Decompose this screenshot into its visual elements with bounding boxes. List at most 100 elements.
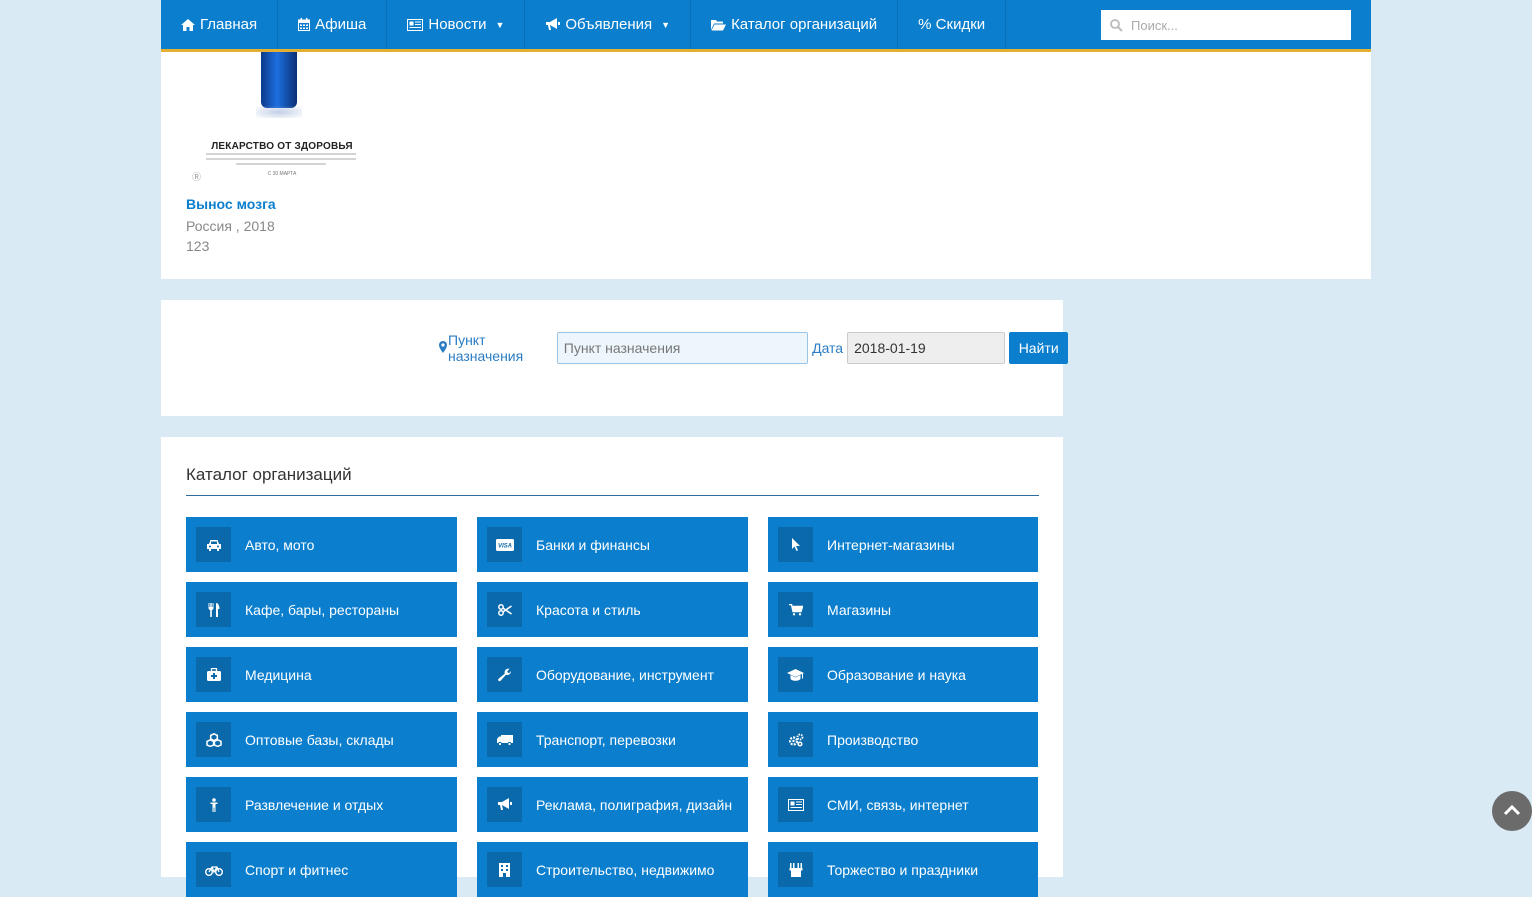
cutlery-icon — [196, 592, 231, 627]
movie-duration: 123 — [186, 238, 210, 254]
catalog-item-label: Оборудование, инструмент — [536, 666, 714, 683]
nav-label: Новости — [428, 16, 487, 33]
nav-label: Главная — [200, 16, 258, 33]
catalog-divider — [186, 495, 1039, 496]
catalog-item-label: Производство — [827, 731, 919, 748]
catalog-item-media[interactable]: СМИ, связь, интернет — [768, 777, 1038, 832]
nav-item-afisha[interactable]: Афиша — [278, 0, 388, 49]
catalog-item-construction[interactable]: Строительство, недвижимо — [477, 842, 748, 897]
top-navbar: Главная Афиша Новости ▼ Объявления ▼ Кат… — [161, 0, 1371, 52]
nav-label: Объявления — [565, 16, 653, 33]
shopping-cart-icon — [778, 592, 813, 627]
nav-label: Афиша — [315, 16, 367, 33]
catalog-item-advertising[interactable]: Реклама, полиграфия, дизайн — [477, 777, 748, 832]
map-marker-icon — [439, 340, 447, 356]
catalog-item-production[interactable]: Производство — [768, 712, 1038, 767]
movie-poster[interactable]: ЛЕКАРСТВО ОТ ЗДОРОВЬЯ С 30 МАРТА Ⓡ — [186, 40, 376, 185]
poster-title-text: ЛЕКАРСТВО ОТ ЗДОРОВЬЯ — [211, 141, 353, 152]
back-to-top-button[interactable] — [1492, 791, 1532, 831]
catalog-item-celebrations[interactable]: Торжество и праздники — [768, 842, 1038, 897]
destination-search-form: Пункт назначения Дата Найти — [439, 332, 1069, 364]
catalog-grid: Авто, мото VISA Банки и финансы Интернет… — [186, 517, 1039, 897]
catalog-item-label: Спорт и фитнес — [245, 861, 349, 878]
catalog-item-education[interactable]: Образование и наука — [768, 647, 1038, 702]
folder-open-icon — [711, 19, 727, 31]
catalog-item-label: Медицина — [245, 666, 312, 683]
nav-item-catalog[interactable]: Каталог организаций — [691, 0, 899, 49]
glass-icon — [778, 852, 813, 887]
find-button[interactable]: Найти — [1009, 332, 1069, 364]
credit-card-icon: VISA — [487, 527, 522, 562]
catalog-title: Каталог организаций — [186, 465, 352, 484]
nav-item-news[interactable]: Новости ▼ — [387, 0, 526, 49]
cursor-icon — [778, 527, 813, 562]
movie-title-link[interactable]: Вынос мозга — [186, 196, 276, 212]
poster-release-date: С 30 МАРТА — [267, 171, 297, 177]
site-search-box[interactable] — [1101, 10, 1351, 40]
catalog-item-label: Строительство, недвижимо — [536, 861, 715, 878]
destination-search-panel: Пункт назначения Дата Найти — [161, 300, 1069, 416]
destination-label: Пункт назначения — [439, 332, 553, 364]
home-icon — [181, 18, 195, 31]
catalog-item-banks[interactable]: VISA Банки и финансы — [477, 517, 748, 572]
catalog-item-label: Торжество и праздники — [827, 861, 979, 878]
date-input[interactable] — [847, 332, 1006, 364]
catalog-item-shops[interactable]: Магазины — [768, 582, 1038, 637]
date-label: Дата — [812, 340, 844, 356]
site-search-input[interactable] — [1131, 11, 1341, 39]
catalog-item-label: Магазины — [827, 601, 892, 618]
catalog-item-label: СМИ, связь, интернет — [827, 796, 969, 813]
catalog-item-beauty[interactable]: Красота и стиль — [477, 582, 748, 637]
catalog-item-medicine[interactable]: Медицина — [186, 647, 457, 702]
catalog-item-label: Кафе, бары, рестораны — [245, 601, 400, 618]
truck-icon — [487, 722, 522, 757]
bullhorn-icon — [487, 787, 522, 822]
search-icon — [1101, 18, 1131, 32]
chevron-down-icon: ▼ — [661, 19, 671, 30]
catalog-item-equipment[interactable]: Оборудование, инструмент — [477, 647, 748, 702]
catalog-item-online-shops[interactable]: Интернет-магазины — [768, 517, 1038, 572]
catalog-item-label: Транспорт, перевозки — [536, 731, 676, 748]
catalog-item-cafes[interactable]: Кафе, бары, рестораны — [186, 582, 457, 637]
catalog-item-label: Развлечение и отдых — [245, 796, 384, 813]
catalog-item-entertainment[interactable]: Развлечение и отдых — [186, 777, 457, 832]
catalog-item-label: Реклама, полиграфия, дизайн — [536, 796, 733, 813]
car-icon — [196, 527, 231, 562]
poster-credits — [206, 153, 356, 168]
calendar-icon — [298, 18, 311, 31]
catalog-item-label: Образование и наука — [827, 666, 966, 683]
newspaper-icon — [407, 18, 424, 31]
movie-country-year: Россия , 2018 — [186, 218, 275, 234]
newspaper-icon — [778, 787, 813, 822]
studio-logo-icon: Ⓡ — [192, 172, 202, 182]
person-icon — [196, 787, 231, 822]
cogs-icon — [778, 722, 813, 757]
chevron-down-icon: ▼ — [495, 19, 505, 30]
graduation-cap-icon — [778, 657, 813, 692]
catalog-item-label: Интернет-магазины — [827, 536, 955, 553]
nav-item-discounts[interactable]: % Скидки — [898, 0, 1007, 49]
nav-item-home[interactable]: Главная — [161, 0, 279, 49]
movie-meta: Россия , 2018 123 — [186, 216, 275, 256]
nav-label: Каталог организаций — [731, 16, 878, 33]
catalog-item-transport[interactable]: Транспорт, перевозки — [477, 712, 748, 767]
catalog-item-label: Оптовые базы, склады — [245, 731, 394, 748]
bicycle-icon — [196, 852, 231, 887]
catalog-item-label: Банки и финансы — [536, 536, 650, 553]
catalog-item-wholesale[interactable]: Оптовые базы, склады — [186, 712, 457, 767]
catalog-item-auto[interactable]: Авто, мото — [186, 517, 457, 572]
catalog-item-label: Авто, мото — [245, 536, 315, 553]
catalog-item-sport[interactable]: Спорт и фитнес — [186, 842, 457, 897]
wrench-icon — [487, 657, 522, 692]
bullhorn-icon — [545, 18, 561, 31]
nav-item-ads[interactable]: Объявления ▼ — [525, 0, 692, 49]
chevron-up-icon — [1503, 803, 1521, 819]
nav-label: % Скидки — [918, 16, 986, 33]
medkit-icon — [196, 657, 231, 692]
building-icon — [487, 852, 522, 887]
catalog-item-label: Красота и стиль — [536, 601, 641, 618]
scissors-icon — [487, 592, 522, 627]
catalog-panel: Каталог организаций Авто, мото VISA Банк… — [161, 437, 1063, 897]
destination-input[interactable] — [556, 332, 809, 364]
destination-label-text: Пункт назначения — [448, 332, 524, 364]
